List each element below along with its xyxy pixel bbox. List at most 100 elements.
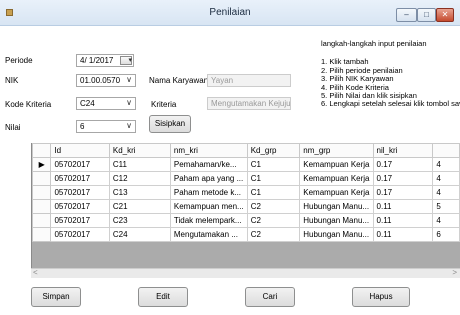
table-cell[interactable]: 4: [432, 213, 460, 228]
table-cell[interactable]: 0.11: [372, 199, 434, 214]
minimize-icon: –: [404, 10, 409, 19]
table-cell[interactable]: Paham apa yang ...: [169, 171, 248, 186]
table-cell[interactable]: C12: [108, 171, 171, 186]
row-header[interactable]: [32, 227, 52, 242]
kriteria-label: Kriteria: [151, 100, 177, 109]
nilai-label: Nilai: [5, 123, 21, 132]
table-cell[interactable]: Kemampuan Kerja: [299, 171, 374, 186]
nama-karyawan-label: Nama Karyawan: [149, 76, 209, 85]
table-cell[interactable]: C1: [246, 185, 301, 200]
column-header[interactable]: nil_kri: [372, 143, 434, 158]
column-header[interactable]: Kd_grp: [246, 143, 301, 158]
row-header[interactable]: [32, 171, 52, 186]
instructions-panel: langkah-langkah input penilaian 1. Klik …: [321, 39, 460, 109]
table-cell[interactable]: 05702017: [50, 227, 110, 242]
kriteria-field[interactable]: Mengutamakan Kejujuran: [207, 97, 291, 110]
chevron-down-icon: ∨: [126, 98, 132, 107]
column-header[interactable]: nm_kri: [169, 143, 248, 158]
title-bar[interactable]: Penilaian – □ ✕: [0, 0, 460, 26]
table-cell[interactable]: Kemampuan men...: [169, 199, 248, 214]
table-cell[interactable]: Paham metode k...: [169, 185, 248, 200]
table-cell[interactable]: 5: [432, 199, 460, 214]
chevron-down-icon[interactable]: ▾: [128, 55, 132, 66]
column-header[interactable]: [432, 143, 460, 158]
instructions-title: langkah-langkah input penilaian: [321, 39, 427, 48]
window-title: Penilaian: [209, 7, 251, 18]
table-cell[interactable]: 05702017: [50, 199, 110, 214]
table-cell[interactable]: 0.11: [372, 213, 434, 228]
periode-datepicker[interactable]: 4/ 1/2017 ▾: [76, 54, 134, 67]
table-cell[interactable]: 0.17: [372, 157, 434, 172]
nik-value: 01.00.0570: [80, 76, 121, 85]
nik-select[interactable]: 01.00.0570 ∨: [76, 74, 136, 87]
table-cell[interactable]: Hubungan Manu...: [299, 213, 374, 228]
table-cell[interactable]: C2: [246, 227, 301, 242]
table-cell[interactable]: C2: [246, 213, 301, 228]
table-cell[interactable]: C11: [108, 157, 171, 172]
table-cell[interactable]: C2: [246, 199, 301, 214]
row-header[interactable]: [32, 185, 52, 200]
periode-label: Periode: [5, 56, 33, 65]
nama-karyawan-field[interactable]: Yayan: [207, 74, 291, 87]
simpan-button[interactable]: Simpan: [31, 287, 81, 307]
table-row[interactable]: 05702017 C21 Kemampuan men... C2 Hubunga…: [32, 199, 460, 214]
table-cell[interactable]: 6: [432, 227, 460, 242]
instruction-step: 6. Lengkapi setelah selesai klik tombol …: [321, 99, 460, 109]
nilai-select[interactable]: 6 ∨: [76, 120, 136, 133]
cari-button[interactable]: Cari: [245, 287, 295, 307]
minimize-button[interactable]: –: [396, 8, 417, 22]
kode-kriteria-label: Kode Kriteria: [5, 100, 52, 109]
table-cell[interactable]: Mengutamakan ...: [169, 227, 248, 242]
close-button[interactable]: ✕: [436, 8, 454, 22]
close-icon: ✕: [441, 10, 449, 19]
table-cell[interactable]: Tidak melempark...: [169, 213, 248, 228]
table-cell[interactable]: 4: [432, 185, 460, 200]
table-cell[interactable]: Kemampuan Kerja: [299, 185, 374, 200]
table-cell[interactable]: 05702017: [50, 185, 110, 200]
table-cell[interactable]: 0.11: [372, 227, 434, 242]
hapus-button[interactable]: Hapus: [352, 287, 410, 307]
table-cell[interactable]: C21: [108, 199, 171, 214]
maximize-button[interactable]: □: [417, 8, 436, 22]
sisipkan-button[interactable]: Sisipkan: [149, 115, 191, 133]
grid-header-row: Id Kd_kri nm_kri Kd_grp nm_grp nil_kri: [32, 143, 460, 158]
column-header[interactable]: Id: [50, 143, 110, 158]
button-bar: Simpan Edit Cari Hapus: [0, 278, 460, 315]
table-cell[interactable]: 4: [432, 157, 460, 172]
table-cell[interactable]: C24: [108, 227, 171, 242]
table-cell[interactable]: 4: [432, 171, 460, 186]
table-row[interactable]: 05702017 C13 Paham metode k... C1 Kemamp…: [32, 185, 460, 200]
table-cell[interactable]: 0.17: [372, 185, 434, 200]
table-cell[interactable]: Hubungan Manu...: [299, 227, 374, 242]
chevron-down-icon: ∨: [126, 75, 132, 84]
table-row[interactable]: ▶ 05702017 C11 Pemahaman/ke... C1 Kemamp…: [32, 157, 460, 172]
table-cell[interactable]: Hubungan Manu...: [299, 199, 374, 214]
table-cell[interactable]: C13: [108, 185, 171, 200]
table-cell[interactable]: 0.17: [372, 171, 434, 186]
table-row[interactable]: 05702017 C24 Mengutamakan ... C2 Hubunga…: [32, 227, 460, 242]
column-header[interactable]: nm_grp: [299, 143, 374, 158]
table-cell[interactable]: C23: [108, 213, 171, 228]
table-cell[interactable]: 05702017: [50, 213, 110, 228]
chevron-down-icon: ∨: [126, 121, 132, 130]
table-row[interactable]: 05702017 C12 Paham apa yang ... C1 Kemam…: [32, 171, 460, 186]
table-cell[interactable]: C1: [246, 171, 301, 186]
penilaian-window: Penilaian – □ ✕ Periode 4/ 1/2017 ▾ NIK …: [0, 0, 460, 315]
table-cell[interactable]: C1: [246, 157, 301, 172]
table-cell[interactable]: Kemampuan Kerja: [299, 157, 374, 172]
table-row[interactable]: 05702017 C23 Tidak melempark... C2 Hubun…: [32, 213, 460, 228]
table-cell[interactable]: 05702017: [50, 157, 110, 172]
column-header[interactable]: Kd_kri: [108, 143, 171, 158]
current-row-icon[interactable]: ▶: [32, 157, 52, 172]
nik-label: NIK: [5, 76, 19, 85]
row-header[interactable]: [32, 199, 52, 214]
kode-kriteria-select[interactable]: C24 ∨: [76, 97, 136, 110]
row-header[interactable]: [32, 213, 52, 228]
scroll-left-icon[interactable]: <: [33, 268, 38, 277]
scroll-right-icon[interactable]: >: [452, 268, 457, 277]
edit-button[interactable]: Edit: [138, 287, 188, 307]
horizontal-scrollbar[interactable]: < >: [31, 268, 460, 278]
table-cell[interactable]: Pemahaman/ke...: [169, 157, 248, 172]
table-cell[interactable]: 05702017: [50, 171, 110, 186]
penilaian-grid[interactable]: Id Kd_kri nm_kri Kd_grp nm_grp nil_kri ▶…: [31, 143, 460, 277]
